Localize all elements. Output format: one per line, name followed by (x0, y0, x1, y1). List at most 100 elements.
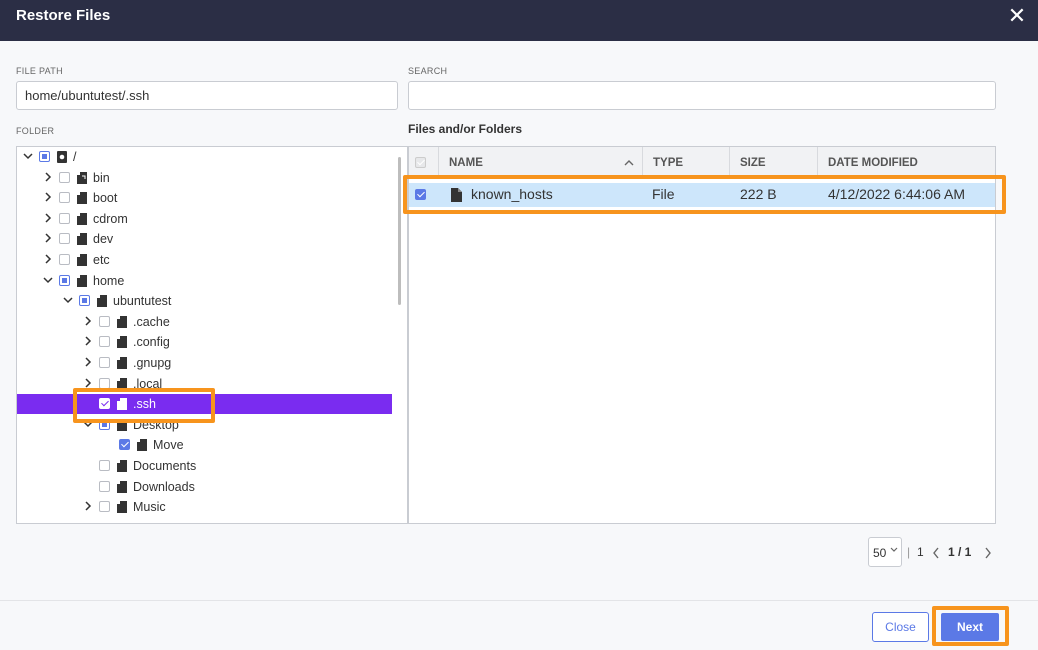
folder-icon (77, 254, 87, 266)
chevron-down-icon[interactable] (23, 150, 33, 162)
tree-item-Documents[interactable]: Documents (17, 456, 392, 476)
sort-ascending-icon (624, 160, 634, 166)
tree-item-label: cdrom (93, 211, 128, 226)
folder-icon (97, 295, 107, 308)
close-icon[interactable]: ✕ (1004, 4, 1030, 30)
tree-item-label: .cache (133, 314, 170, 329)
tree-checkbox[interactable] (59, 212, 70, 224)
tree-checkbox[interactable] (59, 274, 70, 286)
tree-item-Move[interactable]: Move (17, 435, 392, 455)
chevron-right-icon[interactable] (43, 232, 53, 244)
row-size: 222 B (740, 186, 777, 202)
tree-item-home[interactable]: home (17, 271, 392, 291)
row-checkbox[interactable] (415, 189, 426, 200)
tree-checkbox[interactable] (79, 295, 90, 307)
tree-item-Desktop[interactable]: Desktop (17, 415, 392, 435)
tree-item-label: .gnupg (133, 356, 172, 370)
tree-checkbox[interactable] (99, 377, 110, 389)
tree-item-ssh[interactable]: .ssh (17, 394, 392, 415)
row-name: known_hosts (471, 186, 553, 202)
tree-checkbox[interactable] (99, 315, 110, 327)
chevron-down-icon[interactable] (83, 418, 93, 430)
tree-item-etc[interactable]: etc (17, 250, 392, 270)
select-all-checkbox[interactable] (415, 157, 426, 168)
tree-item-label: bin (93, 170, 110, 185)
tree-item-gnupg[interactable]: .gnupg (17, 353, 392, 373)
tree-checkbox[interactable] (59, 171, 70, 183)
folder-icon (117, 336, 127, 349)
tree-item-Music[interactable]: Music (17, 497, 392, 517)
tree-checkbox[interactable] (59, 192, 70, 204)
tree-item-bin[interactable]: bin (17, 168, 392, 188)
tree-item-config[interactable]: .config (17, 332, 392, 352)
tree-checkbox[interactable] (39, 151, 50, 162)
tree-checkbox[interactable] (99, 501, 110, 513)
folder-icon (117, 398, 127, 411)
tree-item-Downloads[interactable]: Downloads (17, 477, 392, 497)
folder-icon (77, 212, 87, 225)
folder-icon (117, 315, 127, 328)
tree-item-root[interactable]: / (17, 147, 392, 167)
chevron-right-icon[interactable] (83, 335, 93, 347)
pager-current: 1 / 1 (948, 545, 972, 559)
chevron-right-icon[interactable] (43, 171, 53, 183)
chevron-down-icon[interactable] (43, 274, 53, 286)
folder-label: FOLDER (16, 126, 55, 136)
page-size-select[interactable]: 50 (868, 537, 902, 567)
tree-item-label: .config (133, 335, 170, 350)
tree-item-cdrom[interactable]: cdrom (17, 209, 392, 229)
tree-checkbox[interactable] (59, 254, 70, 265)
chevron-right-icon[interactable] (43, 191, 53, 203)
tree-item-local[interactable]: .local (17, 374, 392, 394)
tree-item-dev[interactable]: dev (17, 229, 392, 249)
chevron-right-icon[interactable] (984, 547, 992, 559)
tree-item-cache[interactable]: .cache (17, 312, 392, 332)
close-button[interactable]: Close (872, 612, 929, 642)
column-header-type[interactable]: TYPE (643, 147, 730, 179)
search-input[interactable] (408, 81, 996, 110)
folder-icon (137, 439, 147, 452)
tree-checkbox[interactable] (99, 357, 110, 368)
chevron-down-icon[interactable] (63, 294, 73, 306)
file-path-input[interactable] (16, 81, 398, 110)
dialog-title: Restore Files (16, 7, 111, 24)
file-path-label: FILE PATH (16, 66, 63, 76)
column-header-date[interactable]: DATE MODIFIED (818, 147, 995, 179)
tree-checkbox[interactable] (99, 460, 110, 471)
folder-icon (117, 377, 127, 390)
next-button[interactable]: Next (941, 613, 999, 641)
tree-item-ubuntutest[interactable]: ubuntutest (17, 291, 392, 311)
tree-item-boot[interactable]: boot (17, 188, 392, 208)
folder-icon (77, 192, 87, 205)
tree-scrollbar[interactable] (398, 157, 401, 305)
tree-checkbox[interactable] (99, 398, 110, 410)
tree-checkbox[interactable] (59, 233, 70, 245)
pager-total-pages: 1 (917, 545, 924, 559)
disk-icon (57, 151, 67, 163)
column-header-name[interactable]: NAME (439, 147, 643, 179)
files-table: NAME TYPE SIZE DATE MODIFIED known_hosts… (408, 146, 996, 524)
chevron-right-icon[interactable] (83, 377, 93, 389)
folder-tree[interactable]: / bin boot cdrom dev etc home ubuntutest .cache.… (16, 146, 408, 524)
pager-divider: | (907, 545, 911, 559)
folder-icon (117, 460, 127, 472)
header-checkbox-cell (409, 147, 439, 179)
tree-checkbox[interactable] (99, 418, 110, 430)
tree-item-label: .ssh (133, 397, 156, 412)
row-type: File (652, 186, 675, 202)
chevron-right-icon[interactable] (43, 212, 53, 224)
chevron-right-icon[interactable] (83, 315, 93, 327)
chevron-right-icon[interactable] (43, 253, 53, 265)
tree-checkbox[interactable] (99, 336, 110, 348)
tree-checkbox[interactable] (119, 439, 130, 451)
folder-icon (77, 233, 87, 246)
chevron-left-icon[interactable] (932, 547, 940, 559)
table-header: NAME TYPE SIZE DATE MODIFIED (409, 147, 995, 179)
chevron-right-icon[interactable] (83, 356, 93, 368)
tree-item-label: boot (93, 191, 118, 206)
table-row[interactable]: known_hosts File 222 B 4/12/2022 6:44:06… (409, 183, 995, 207)
column-header-size[interactable]: SIZE (730, 147, 818, 179)
folder-icon (117, 501, 127, 514)
chevron-right-icon[interactable] (83, 500, 93, 512)
tree-checkbox[interactable] (99, 480, 110, 492)
